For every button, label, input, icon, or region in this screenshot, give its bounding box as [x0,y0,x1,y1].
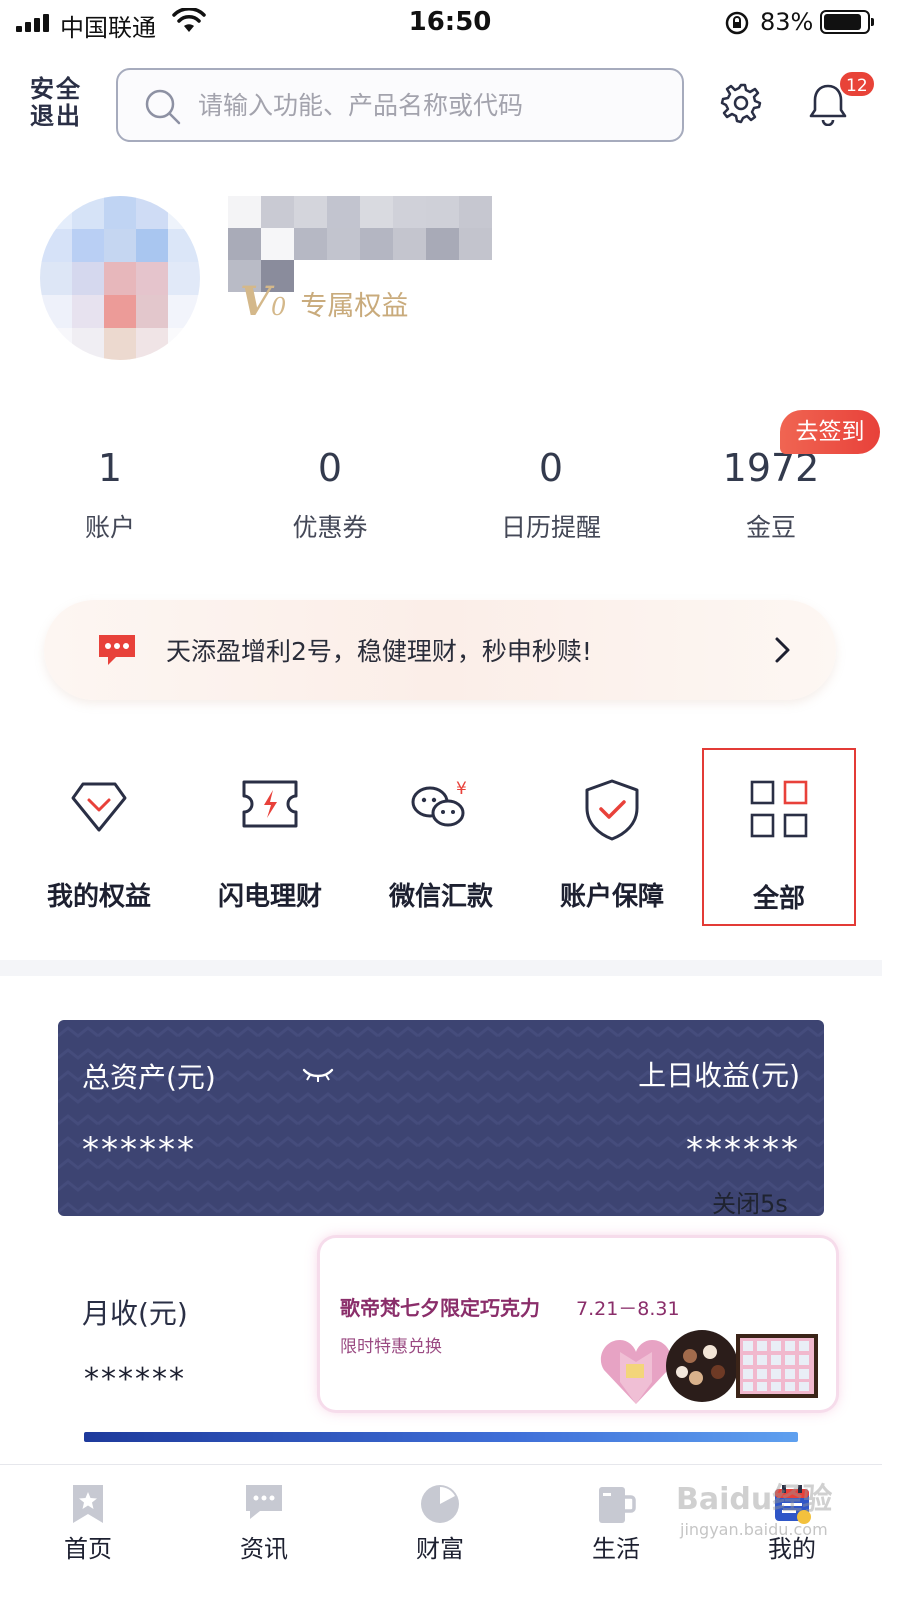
progress-bar [84,1432,798,1442]
notification-badge: 12 [838,70,876,98]
quick-action-flash-finance[interactable]: 闪电理财 [185,748,355,926]
stat-value: 0 [538,446,564,490]
lightning-ticket-icon [240,778,300,834]
ad-date: 7.21－8.31 [576,1298,680,1320]
stat-label: 账户 [84,513,135,542]
quick-action-label: 全部 [752,884,805,914]
section-divider [0,960,882,976]
zigzag-pattern [58,1020,824,1216]
battery-icon [820,10,874,34]
grid-icon [750,780,808,842]
chat-bubble-icon [244,1483,284,1525]
quick-action-label: 闪电理财 [217,882,322,912]
quick-action-label: 我的权益 [46,882,151,912]
username-blurred [228,196,522,292]
ad-subtitle: 限时特惠兑换 [340,1337,442,1357]
close-timer-button[interactable]: 关闭5s [712,1184,788,1219]
stat-label: 金豆 [745,513,796,542]
tab-label: 财富 [416,1535,464,1563]
total-assets-label: 总资产(元) [82,1061,216,1094]
quick-action-account-security[interactable]: 账户保障 [527,748,697,926]
monthly-income-value: ****** [84,1362,186,1397]
settings-gear-icon[interactable] [720,82,762,128]
chevron-right-icon [774,636,792,668]
stat-gold-beans[interactable]: 1972 金豆 [661,446,881,544]
message-icon [96,632,138,672]
shield-check-icon [583,778,641,846]
search-input[interactable] [198,84,668,126]
tab-label: 生活 [592,1535,640,1563]
battery-percent: 83% [760,8,814,36]
watermark-url: jingyan.baidu.com [680,1520,828,1539]
ad-popup[interactable]: 歌帝梵七夕限定巧克力 7.21－8.31 限时特惠兑换 [320,1238,836,1410]
quick-action-label: 微信汇款 [388,882,493,912]
yesterday-income-label: 上日收益(元) [638,1059,800,1092]
quick-action-my-benefits[interactable]: 我的权益 [14,748,184,926]
chocolate-product-image [600,1330,818,1404]
rotation-lock-icon [724,10,750,40]
vip-benefits-label: 专属权益 [300,291,409,322]
stat-label: 日历提醒 [500,513,601,542]
svg-text:¥: ¥ [456,779,467,799]
promo-text: 天添盈增利2号，稳健理财，秒申秒赎! [166,637,592,666]
search-bar[interactable] [116,68,684,142]
stat-accounts[interactable]: 1 账户 [0,446,220,544]
asset-card[interactable]: 总资产(元) 上日收益(元) ****** ****** [58,1020,824,1216]
quick-action-wechat-transfer[interactable]: ¥ 微信汇款 [356,748,526,926]
ad-title: 歌帝梵七夕限定巧克力 [340,1296,540,1320]
diamond-icon [69,778,129,838]
cup-icon [595,1483,637,1529]
tab-home[interactable]: 首页 [0,1465,176,1600]
avatar[interactable] [40,196,200,360]
watermark: Baidu经验 [676,1482,833,1517]
eye-closed-icon[interactable] [302,1066,334,1088]
vip-badge[interactable]: V 0 专属权益 [240,278,408,325]
stat-value: 1 [97,446,123,490]
bookmark-star-icon [71,1483,105,1529]
pie-chart-icon [419,1483,461,1529]
wechat-yuan-icon: ¥ [410,778,472,836]
status-bar: 中国联通 16:50 83% [0,0,900,46]
tab-label: 资讯 [240,1535,288,1563]
quick-action-label: 账户保障 [559,882,664,912]
monthly-income-label: 月收(元) [82,1297,188,1330]
vip-letter: V [240,278,272,325]
tab-news[interactable]: 资讯 [176,1465,352,1600]
vip-level: 0 [271,293,287,321]
quick-action-all[interactable]: 全部 [702,748,856,926]
logout-button[interactable]: 安全退出 [24,76,88,130]
stats-row: 1 账户 0 优惠券 0 日历提醒 1972 金豆 [0,446,900,556]
stat-calendar-reminders[interactable]: 0 日历提醒 [441,446,661,544]
promo-banner[interactable]: 天添盈增利2号，稳健理财，秒申秒赎! [44,600,836,700]
stat-coupons[interactable]: 0 优惠券 [220,446,440,544]
search-icon [144,88,182,130]
quick-actions: 我的权益 闪电理财 ¥ 微信汇款 账户保障 全部 [0,748,900,928]
stat-label: 优惠券 [292,513,368,542]
tab-label: 首页 [64,1535,112,1563]
stat-value: 0 [317,446,343,490]
yesterday-income-value: ****** [686,1130,800,1170]
total-assets-value: ****** [82,1130,196,1170]
checkin-button[interactable]: 去签到 [780,410,880,454]
tab-wealth[interactable]: 财富 [352,1465,528,1600]
